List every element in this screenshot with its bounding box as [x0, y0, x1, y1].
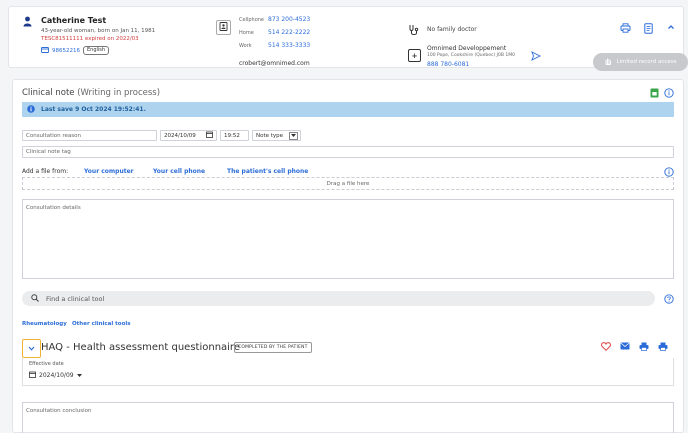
dropdown-arrow-icon — [289, 131, 298, 140]
fax-icon[interactable] — [639, 342, 649, 353]
clinical-tool-search-placeholder: Find a clinical tool — [46, 294, 105, 303]
file-drop-zone[interactable]: Drag a file here — [22, 177, 674, 190]
print-icon[interactable] — [620, 23, 631, 35]
info-icon[interactable] — [664, 88, 674, 100]
upload-from-computer-link[interactable]: Your computer — [84, 168, 134, 175]
note-status: (Writing in process) — [77, 88, 161, 98]
note-time-input[interactable]: 19:52 — [220, 130, 249, 141]
note-title: Clinical note (Writing in process) — [22, 88, 160, 98]
hand-icon — [604, 57, 612, 67]
health-card-number: 98652216 — [52, 47, 80, 54]
rheumatology-link[interactable]: Rheumatology — [22, 321, 67, 327]
calendar-icon — [206, 131, 213, 140]
family-doctor: No family doctor — [427, 26, 477, 33]
consultation-conclusion-textarea[interactable]: Consultation conclusion — [22, 402, 674, 433]
patient-description: 43-year-old woman, born on Jan 11, 1981 — [41, 28, 156, 34]
effective-date-label: Effective date — [29, 361, 64, 367]
limited-record-access-label: Limited record access — [616, 59, 677, 65]
contact-book-icon — [219, 22, 228, 33]
chevron-down-icon — [28, 345, 35, 353]
cellphone-label: Cellphone — [239, 17, 264, 23]
patient-name[interactable]: Catherine Test — [41, 16, 106, 25]
insurance-warning: TESC81511111 expired on 2022/03 — [41, 36, 139, 42]
last-save-banner: Last save 9 Oct 2024 19:52:41. — [22, 102, 674, 117]
work-label: Work — [239, 43, 252, 49]
haq-status-badge: COMPLETED BY THE PATIENT — [234, 342, 312, 353]
stethoscope-icon — [408, 24, 420, 38]
document-icon[interactable] — [644, 23, 653, 36]
last-save-text: Last save 9 Oct 2024 19:52:41. — [41, 106, 146, 113]
print-icon[interactable] — [658, 342, 668, 353]
consultation-details-textarea[interactable]: Consultation details — [22, 199, 674, 279]
card-icon — [41, 46, 49, 55]
email-icon[interactable] — [620, 342, 630, 353]
upload-from-patient-cellphone-link[interactable]: The patient's cell phone — [227, 168, 308, 175]
chevron-up-icon[interactable] — [667, 23, 675, 33]
note-date-input[interactable]: 2024/10/09 — [160, 130, 217, 141]
clinical-note-tag-input[interactable]: Clinical note tag — [22, 146, 674, 158]
language-badge: English — [83, 46, 110, 55]
cellphone-value[interactable]: 873 200-4523 — [268, 16, 310, 23]
note-header-icons — [650, 88, 674, 100]
limited-record-access-button[interactable]: Limited record access — [593, 53, 688, 71]
heart-icon[interactable] — [601, 342, 611, 353]
pharmacy-icon: + — [408, 49, 421, 62]
contact-card-button[interactable] — [216, 20, 231, 35]
person-icon — [23, 16, 32, 29]
health-card: 98652216 English — [41, 46, 110, 55]
calendar-icon — [29, 371, 36, 380]
email-value[interactable]: crobert@omnimed.com — [239, 60, 310, 67]
other-clinical-tools-link[interactable]: Other clinical tools — [72, 321, 131, 327]
search-icon — [31, 293, 39, 304]
add-file-label: Add a file from: — [22, 168, 69, 175]
note-title-text: Clinical note — [22, 88, 75, 98]
patient-header: Catherine Test 43-year-old woman, born o… — [8, 6, 688, 71]
clinical-tool-search[interactable]: Find a clinical tool — [22, 291, 655, 306]
home-value[interactable]: 514 222-2222 — [268, 29, 310, 36]
haq-panel: Effective date 2024/10/09 — [22, 358, 674, 386]
haq-actions — [601, 342, 668, 353]
note-date-value: 2024/10/09 — [164, 132, 196, 139]
save-document-icon[interactable] — [650, 88, 659, 100]
upload-from-cellphone-link[interactable]: Your cell phone — [153, 168, 205, 175]
pharmacy-name: Omnimed Developpement — [427, 45, 507, 52]
effective-date-picker[interactable]: 2024/10/09 — [29, 371, 82, 380]
home-label: Home — [239, 30, 254, 36]
send-icon[interactable] — [531, 51, 542, 63]
note-type-label: Note type — [256, 132, 284, 139]
haq-collapse-button[interactable] — [22, 339, 41, 358]
pharmacy-address: 100 Pope, Cookshire (Quebec) J0B 1M0 — [427, 53, 515, 58]
consultation-reason-input[interactable]: Consultation reason — [22, 130, 157, 141]
help-icon[interactable] — [664, 294, 674, 306]
work-value[interactable]: 514 333-3333 — [268, 42, 310, 49]
clinical-note-panel: Clinical note (Writing in process) Last … — [12, 79, 684, 433]
info-circle-icon — [27, 104, 35, 115]
caret-down-icon — [76, 372, 82, 379]
pharmacy-phone[interactable]: 888 780-6081 — [427, 61, 469, 68]
haq-title: HAQ - Health assessment questionnaire — [41, 342, 240, 353]
effective-date-value: 2024/10/09 — [39, 372, 74, 379]
note-type-select[interactable]: Note type — [252, 130, 301, 141]
